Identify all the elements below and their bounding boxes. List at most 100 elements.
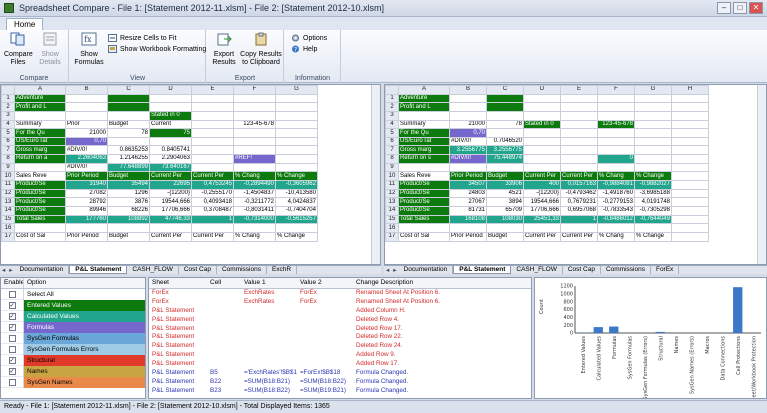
grid-cell[interactable] xyxy=(523,136,561,147)
grid-cell[interactable]: 108892 xyxy=(107,214,150,225)
grid-cell[interactable]: -3,6985188 xyxy=(634,188,672,199)
column-header[interactable]: B xyxy=(449,85,487,95)
row-header[interactable]: 5 xyxy=(1,128,15,138)
grid-cell[interactable]: -0,2555170 xyxy=(191,188,234,199)
grid-cell[interactable]: 89946 xyxy=(65,205,108,216)
change-row[interactable]: P&L Statement Added Row 9. xyxy=(149,351,531,360)
option-row[interactable]: ✓ Entered Values xyxy=(1,299,145,311)
resize-cells-button[interactable]: Resize Cells to Fit xyxy=(108,34,176,42)
grid-cell[interactable] xyxy=(560,102,598,112)
grid-cell[interactable] xyxy=(191,128,234,138)
grid-cell[interactable] xyxy=(671,110,709,121)
change-row[interactable]: ForEx ExchRates ForEx Renamed Sheet At Posi… xyxy=(149,298,531,307)
grid-cell[interactable]: Budget xyxy=(107,171,150,182)
grid-cell[interactable]: 21000 xyxy=(449,119,487,130)
grid-cell[interactable] xyxy=(275,154,318,164)
grid-cell[interactable]: Profit and L xyxy=(398,102,450,112)
grid-cell[interactable]: Gross marg xyxy=(14,145,66,156)
column-header[interactable]: B xyxy=(65,85,108,95)
option-row[interactable]: SysGen Formulas Errors xyxy=(1,343,145,355)
grid-cell[interactable]: -0,8486012 xyxy=(597,214,635,225)
grid-cell[interactable]: 4,0191748 xyxy=(634,197,672,207)
change-row[interactable]: ForEx ExchRates ForEx Renamed Sheet At Posi… xyxy=(149,289,531,298)
grid-cell[interactable]: 3.2556775 xyxy=(486,145,524,156)
grid-cell[interactable] xyxy=(275,223,318,233)
grid-cell[interactable] xyxy=(634,102,672,112)
grid-cell[interactable]: Product/Se xyxy=(398,197,450,207)
row-header[interactable]: 7 xyxy=(385,145,399,156)
grid-cell[interactable] xyxy=(233,110,276,121)
grid-cell[interactable] xyxy=(191,162,234,173)
grid-cell[interactable] xyxy=(191,119,234,130)
column-header[interactable]: C xyxy=(486,85,524,95)
grid-cell[interactable]: Current Per xyxy=(560,231,598,242)
grid-cell[interactable] xyxy=(149,223,192,233)
grid-cell[interactable] xyxy=(671,188,709,199)
change-row[interactable]: P&L Statement Deleted Row 24. xyxy=(149,342,531,351)
grid-cell[interactable] xyxy=(671,180,709,190)
grid-cell[interactable]: -0,7644049 xyxy=(634,214,672,225)
grid-cell[interactable]: 17706,666 xyxy=(523,205,561,216)
grid-cell[interactable]: 0,70 xyxy=(449,128,487,138)
row-header[interactable]: 14 xyxy=(1,205,15,216)
grid-cell[interactable] xyxy=(597,110,635,121)
grid-cell[interactable] xyxy=(449,223,487,233)
grid-cell[interactable] xyxy=(233,128,276,138)
grid-cell[interactable]: 81731 xyxy=(449,205,487,216)
grid-cell[interactable] xyxy=(634,162,672,173)
column-header[interactable]: D xyxy=(149,85,192,95)
grid-cell[interactable] xyxy=(275,145,318,156)
grid-cell[interactable]: Summary xyxy=(14,119,66,130)
grid-cell[interactable]: #DIV/0! xyxy=(449,136,487,147)
grid-cell[interactable]: Prior Period xyxy=(449,231,487,242)
grid-cell[interactable] xyxy=(523,110,561,121)
grid-cell[interactable] xyxy=(486,102,524,112)
left-grid[interactable]: A B C D E F G 1 Adventure 2 Profit and L 3 Stated in… xyxy=(1,85,318,242)
grid-cell[interactable]: Sales Reve xyxy=(14,171,66,182)
option-row[interactable]: ✓ Structural xyxy=(1,354,145,366)
grid-cell[interactable]: Prior xyxy=(65,119,108,130)
row-header[interactable]: 12 xyxy=(385,188,399,199)
right-spreadsheet[interactable]: A B C D E F G H 1 Adventure 2 Profit and L 3 4 Summary… xyxy=(384,84,767,265)
grid-cell[interactable] xyxy=(560,128,598,138)
grid-cell[interactable] xyxy=(560,93,598,104)
grid-cell[interactable]: -1,4918760 xyxy=(597,188,635,199)
grid-cell[interactable] xyxy=(597,102,635,112)
change-row[interactable]: P&L Statement Deleted Row 4. xyxy=(149,316,531,325)
grid-cell[interactable] xyxy=(107,110,150,121)
grid-cell[interactable]: Product/Se xyxy=(398,205,450,216)
left-spreadsheet[interactable]: A B C D E F G 1 Adventure 2 Profit and L 3 Stated in… xyxy=(0,84,381,265)
grid-cell[interactable]: Product/Se xyxy=(14,197,66,207)
sheet-tab[interactable]: Documentation xyxy=(399,266,454,274)
grid-cell[interactable] xyxy=(107,93,150,104)
grid-cell[interactable]: 27067 xyxy=(449,197,487,207)
grid-cell[interactable] xyxy=(65,223,108,233)
grid-cell[interactable]: Prior Period xyxy=(65,171,108,182)
grid-cell[interactable] xyxy=(523,93,561,104)
grid-cell[interactable] xyxy=(449,102,487,112)
row-header[interactable]: 8 xyxy=(1,154,15,164)
sheet-tab[interactable]: Documentation xyxy=(15,266,70,274)
grid-cell[interactable]: Budget xyxy=(107,231,150,242)
grid-cell[interactable] xyxy=(523,154,561,164)
option-row[interactable]: ✓ Names xyxy=(1,365,145,377)
grid-cell[interactable]: 73.640167 xyxy=(149,162,192,173)
show-formulas-button[interactable]: fx Show Formulas xyxy=(74,32,104,67)
grid-cell[interactable]: Total Sales xyxy=(398,214,450,225)
grid-cell[interactable]: % Chang xyxy=(233,231,276,242)
row-header[interactable]: 17 xyxy=(385,231,399,242)
grid-cell[interactable] xyxy=(671,171,709,182)
cell-column-header[interactable]: Cell xyxy=(207,278,241,288)
column-header[interactable]: A xyxy=(14,85,66,95)
grid-cell[interactable]: -0,7305298 xyxy=(634,205,672,216)
row-header[interactable]: 13 xyxy=(385,197,399,207)
column-header[interactable]: E xyxy=(191,85,234,95)
column-header[interactable]: F xyxy=(233,85,276,95)
column-header[interactable]: G xyxy=(634,85,672,95)
grid-cell[interactable]: 77.648899 xyxy=(107,162,150,173)
option-checkbox[interactable]: ✓ xyxy=(8,301,16,309)
grid-cell[interactable]: Sales Reve xyxy=(398,171,450,182)
grid-cell[interactable] xyxy=(671,197,709,207)
grid-cell[interactable]: 0.7046520 xyxy=(486,136,524,147)
grid-cell[interactable]: -0,3211772 xyxy=(233,197,276,207)
